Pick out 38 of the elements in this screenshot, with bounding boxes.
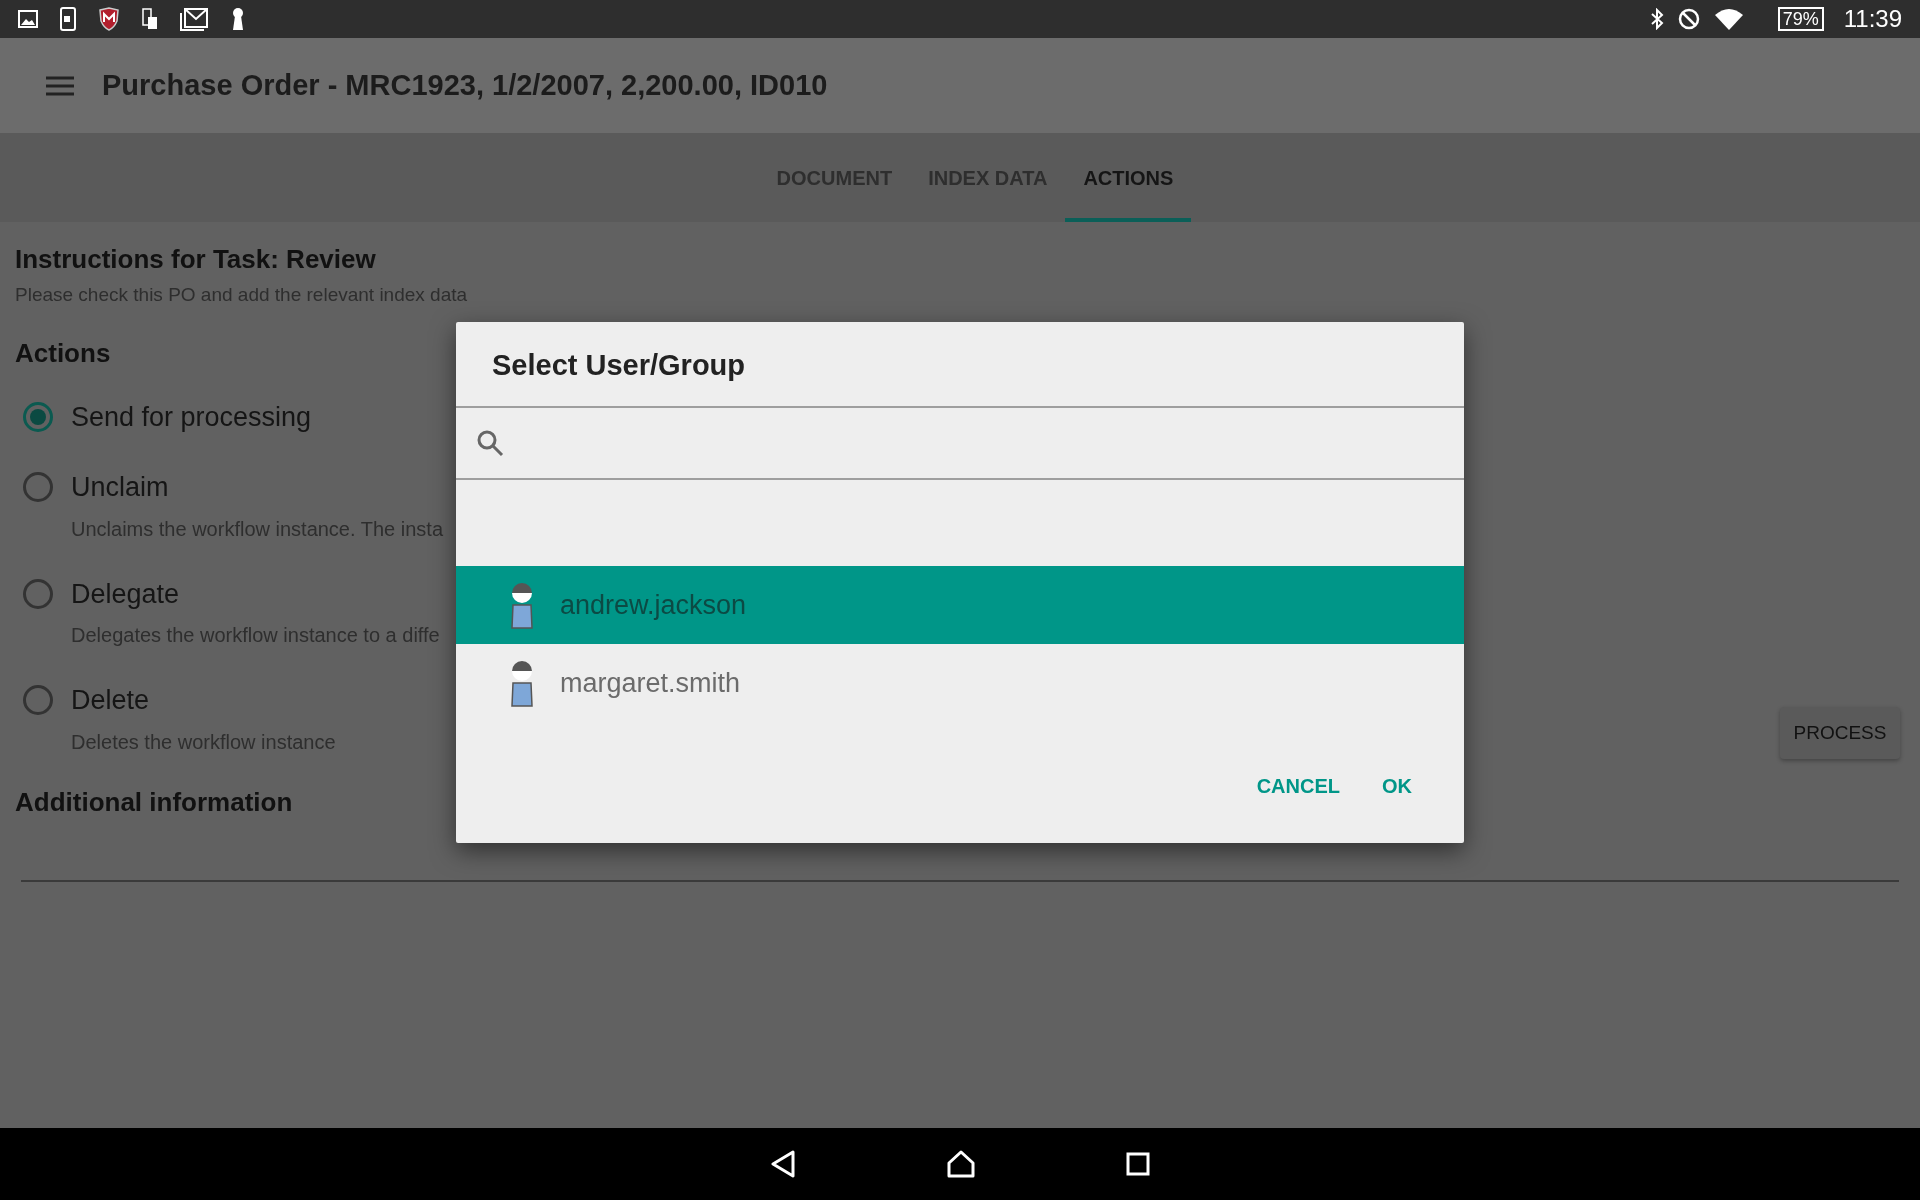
action-option-label[interactable]: Delete: [71, 680, 150, 721]
keyhole-icon: [230, 7, 246, 31]
search-field[interactable]: [456, 406, 1464, 480]
radio-button[interactable]: [23, 578, 53, 609]
clock-text: 11:39: [1843, 7, 1902, 31]
person-icon: [508, 581, 536, 629]
dialog-button[interactable]: OK: [1368, 761, 1426, 810]
shield-icon: [98, 7, 120, 31]
action-option-label[interactable]: Send for processing: [71, 396, 312, 437]
search-icon: [476, 429, 504, 457]
battery-indicator: 79%: [1777, 7, 1824, 31]
wifi-icon: [1713, 7, 1744, 31]
radio-button[interactable]: [23, 472, 53, 503]
action-option-label[interactable]: Unclaim: [71, 467, 169, 508]
action-option-label[interactable]: Delegate: [71, 573, 180, 614]
mail-icon: [180, 7, 208, 31]
image-icon: [18, 10, 38, 28]
person-icon: [508, 659, 536, 707]
dialog-title: Select User/Group: [491, 348, 747, 384]
additional-information-heading: Additional information: [15, 785, 293, 819]
recent-apps-icon[interactable]: [1126, 1152, 1150, 1176]
radio-button[interactable]: [23, 685, 53, 716]
page-title: Purchase Order - MRC1923, 1/2/2007, 2,200.00, ID010: [102, 67, 828, 103]
user-list-item[interactable]: andrew.jackson: [456, 566, 1464, 644]
radio-button[interactable]: [23, 401, 53, 432]
sd-card-icon: [142, 7, 158, 31]
bluetooth-icon: [1649, 8, 1664, 30]
process-button[interactable]: PROCESS: [1780, 707, 1900, 759]
dialog-button[interactable]: CANCEL: [1242, 761, 1354, 810]
user-list-item[interactable]: margaret.smith: [456, 644, 1464, 722]
menu-icon[interactable]: [46, 74, 74, 97]
phone-icon: [60, 7, 76, 31]
actions-heading: Actions: [15, 336, 111, 370]
blocked-icon: [1677, 8, 1700, 30]
instructions-heading: Instructions for Task: Review: [15, 243, 376, 276]
back-icon[interactable]: [770, 1150, 796, 1178]
tab[interactable]: ACTIONS: [1065, 133, 1192, 222]
home-icon[interactable]: [946, 1150, 976, 1178]
